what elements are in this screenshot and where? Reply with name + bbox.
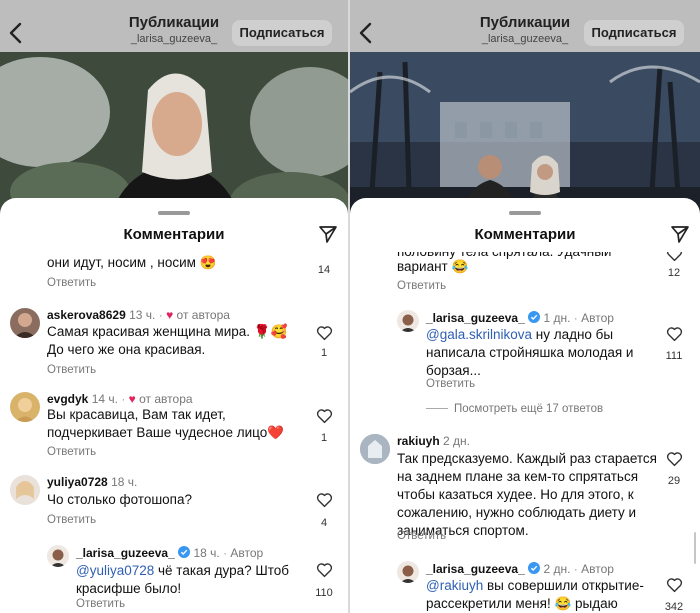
avatar[interactable]: [397, 310, 419, 332]
comment-meta: askerova8629 13 ч. · ♥ от автора: [47, 308, 230, 322]
left-screen: Публикации _larisa_guzeeva_ Подписаться …: [0, 0, 348, 613]
mention-link[interactable]: @yuliya0728: [76, 563, 154, 578]
timestamp: 2 дн.: [443, 434, 471, 448]
reply-button[interactable]: Ответить: [47, 277, 96, 289]
timestamp: 1 дн.: [543, 311, 571, 325]
avatar[interactable]: [10, 475, 40, 505]
verified-icon: [528, 311, 541, 323]
heart-icon[interactable]: [316, 325, 333, 341]
comment-text: @gala.skrilnikova ну ладно бы написала с…: [426, 327, 634, 378]
heart-icon[interactable]: [666, 252, 683, 262]
avatar[interactable]: [397, 561, 419, 583]
username[interactable]: yuliya0728: [47, 475, 108, 489]
divider-line: [426, 408, 448, 410]
avatar[interactable]: [360, 434, 390, 464]
verified-icon: [178, 546, 191, 558]
username[interactable]: rakiuyh: [397, 434, 440, 448]
reply-button[interactable]: Ответить: [397, 530, 446, 542]
sheet-handle[interactable]: [509, 211, 541, 215]
heart-icon[interactable]: [316, 492, 333, 508]
view-more-replies[interactable]: Посмотреть ещё 17 ответов: [426, 403, 603, 415]
right-screen: Публикации _larisa_guzeeva_ Подписаться: [350, 0, 700, 613]
timestamp: 18 ч.: [111, 475, 138, 489]
username[interactable]: evgdyk: [47, 392, 88, 406]
comment-text: @rakiuyh вы совершили открытие- рассекре…: [426, 578, 644, 611]
comment-text: @yuliya0728 чё такая дура? Штоб красифше…: [76, 563, 290, 596]
comment-meta: evgdyk 14 ч. · ♥ от автора: [47, 392, 193, 406]
comment-text: Чо столько фотошопа?: [47, 492, 192, 507]
author-badge: Автор: [581, 562, 614, 576]
post-photo: [0, 52, 348, 222]
mention-link[interactable]: @gala.skrilnikova: [426, 327, 532, 342]
timestamp: 18 ч.: [193, 546, 220, 560]
like-count: 14: [317, 264, 331, 276]
avatar[interactable]: [47, 545, 69, 567]
reply-button[interactable]: Ответить: [47, 364, 96, 376]
like-count: 29: [667, 475, 681, 487]
reply-button[interactable]: Ответить: [47, 446, 96, 458]
heart-badge-icon: ♥: [166, 308, 174, 322]
comment-text: Вы красавица, Вам так идет, подчеркивает…: [47, 407, 285, 440]
username[interactable]: _larisa_guzeeva_: [426, 562, 525, 576]
author-liked-badge: от автора: [139, 392, 193, 406]
share-icon[interactable]: [670, 224, 690, 244]
like-count: 110: [315, 587, 333, 599]
like-count: 12: [667, 267, 681, 279]
username[interactable]: askerova8629: [47, 308, 126, 322]
sheet-title: Комментарии: [474, 226, 576, 243]
reply-button[interactable]: Ответить: [426, 378, 475, 390]
heart-icon[interactable]: [666, 326, 683, 342]
author-liked-badge: от автора: [176, 308, 230, 322]
comment-text: Так предсказуемо. Каждый раз старается н…: [397, 451, 657, 538]
comment-text: вариант 😂: [397, 259, 469, 274]
reply-button[interactable]: Ответить: [76, 598, 125, 610]
heart-icon[interactable]: [666, 577, 683, 593]
heart-icon[interactable]: [316, 408, 333, 424]
comment-text: они идут, носим , носим 😍: [47, 255, 217, 270]
like-count: 342: [664, 601, 684, 613]
timestamp: 13 ч.: [129, 308, 156, 322]
author-badge: Автор: [230, 546, 264, 560]
like-count: 1: [320, 432, 328, 444]
timestamp: 2 дн.: [543, 562, 571, 576]
share-icon[interactable]: [318, 224, 338, 244]
subscribe-button[interactable]: Подписаться: [232, 20, 332, 46]
comment-meta: _larisa_guzeeva_ 1 дн. · Автор: [426, 311, 614, 325]
reply-button[interactable]: Ответить: [397, 280, 446, 292]
heart-icon[interactable]: [666, 451, 683, 467]
comment-meta: rakiuyh 2 дн.: [397, 434, 470, 448]
avatar[interactable]: [10, 392, 40, 422]
comment-text: Самая красивая женщина мира. 🌹🥰 До чего …: [47, 324, 288, 357]
comment-meta: _larisa_guzeeva_ 18 ч. · Автор: [76, 546, 264, 560]
heart-badge-icon: ♥: [128, 392, 136, 406]
author-badge: Автор: [581, 311, 614, 325]
like-count: 1: [320, 347, 328, 359]
username[interactable]: _larisa_guzeeva_: [76, 546, 175, 560]
timestamp: 14 ч.: [91, 392, 118, 406]
heart-icon[interactable]: [316, 562, 333, 578]
scrollbar[interactable]: [694, 532, 696, 564]
mention-link[interactable]: @rakiuyh: [426, 578, 483, 593]
like-count: 111: [665, 350, 683, 362]
post-photo: [350, 52, 700, 222]
like-count: 4: [320, 517, 328, 529]
verified-icon: [528, 562, 541, 574]
reply-button[interactable]: Ответить: [47, 514, 96, 526]
comment-meta: _larisa_guzeeva_ 2 дн. · Автор: [426, 562, 614, 576]
sheet-title: Комментарии: [123, 226, 225, 243]
comment-meta: yuliya0728 18 ч.: [47, 475, 137, 489]
sheet-handle[interactable]: [158, 211, 190, 215]
avatar[interactable]: [10, 308, 40, 338]
username[interactable]: _larisa_guzeeva_: [426, 311, 525, 325]
subscribe-button[interactable]: Подписаться: [584, 20, 684, 46]
